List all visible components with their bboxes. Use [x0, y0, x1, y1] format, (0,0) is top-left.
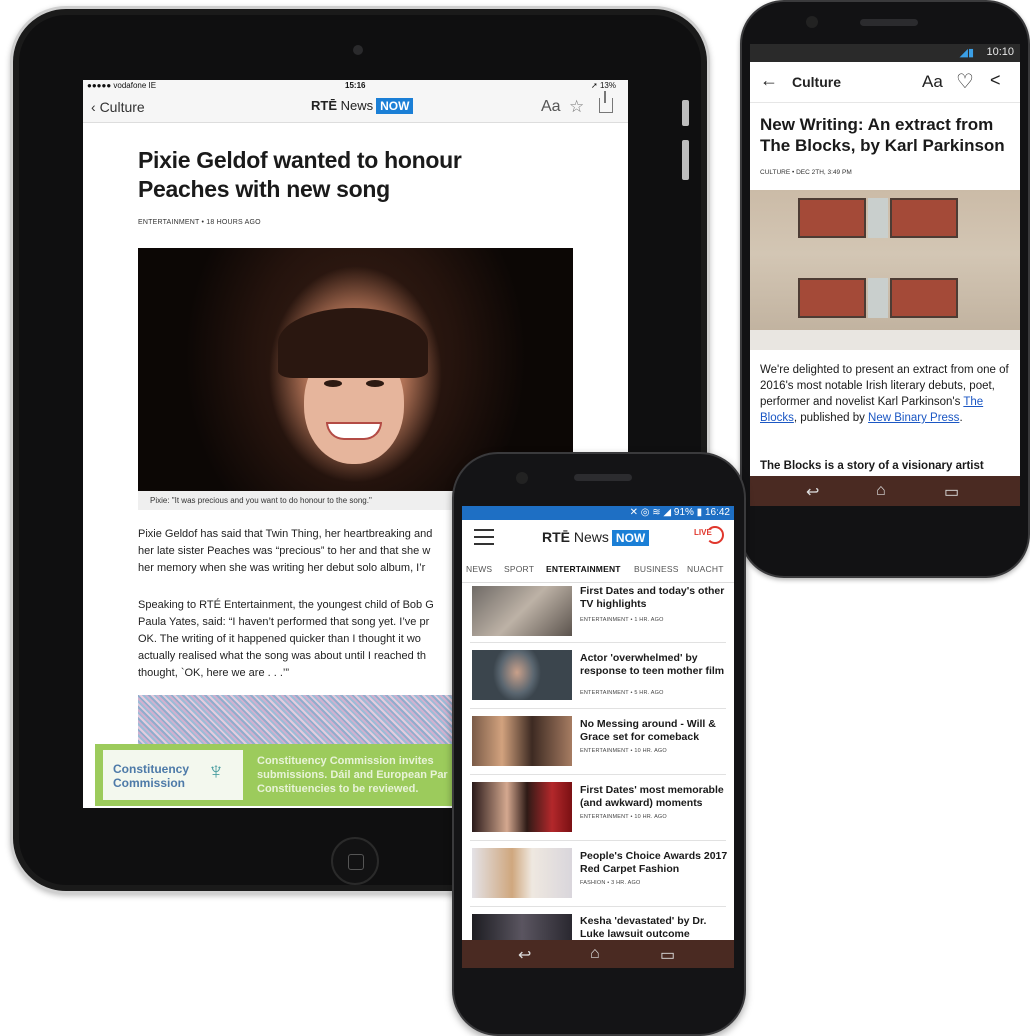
recents-nav-icon[interactable]: ▭	[660, 945, 675, 965]
list-item[interactable]: First Dates' most memorable (and awkward…	[470, 776, 726, 841]
section-tabs: NEWS SPORT ENTERTAINMENT BUSINESS NUACHT	[462, 556, 734, 583]
status-time: 10:10	[986, 46, 1014, 58]
item-meta: ENTERTAINMENT • 10 HR. AGO	[580, 814, 667, 820]
front-phone-speaker	[574, 474, 632, 481]
article-second-image	[138, 695, 468, 745]
tab-business[interactable]: BUSINESS	[634, 564, 679, 574]
list-item[interactable]: No Messing around - Will & Grace set for…	[470, 710, 726, 775]
article-meta: ENTERTAINMENT • 18 HOURS AGO	[138, 219, 261, 226]
item-meta: FASHION • 3 HR. AGO	[580, 880, 641, 886]
back-button[interactable]: ‹ Culture	[91, 99, 145, 115]
right-phone-screen: ◢▮ 10:10 ← Culture Aa ♡ < New Writing: A…	[750, 44, 1020, 476]
article-thumbnail	[472, 848, 572, 898]
share-icon[interactable]	[599, 91, 613, 113]
right-phone-device: ◢▮ 10:10 ← Culture Aa ♡ < New Writing: A…	[740, 0, 1030, 578]
carrier-label: ●●●●● vodafone IE	[87, 81, 157, 90]
tablet-mute-switch[interactable]	[682, 100, 689, 126]
tablet-nav-bar: ‹ Culture RTĒ News NOW Aa ☆	[83, 91, 628, 123]
article-thumbnail	[472, 716, 572, 766]
back-nav-icon[interactable]: ↩	[518, 945, 531, 965]
heart-icon[interactable]: ♡	[956, 69, 974, 94]
article-thumbnail	[472, 650, 572, 700]
window-shape	[890, 198, 958, 238]
article-paragraph-2: Speaking to RTÉ Entertainment, the young…	[138, 599, 434, 679]
rte-news-now-logo: RTĒ News NOW	[311, 98, 414, 114]
window-shape	[798, 198, 866, 238]
live-icon[interactable]	[706, 526, 724, 544]
window-shape	[798, 278, 866, 318]
ad-banner[interactable]: Constituency Commission ♆ Constituency C…	[95, 744, 455, 806]
item-headline: First Dates and today's other TV highlig…	[580, 585, 725, 610]
article-thumbnail	[472, 586, 572, 636]
home-nav-icon[interactable]: ⌂	[590, 945, 600, 963]
front-app-bar: RTĒ News NOW LIVE	[462, 520, 734, 556]
list-item[interactable]: Actor 'overwhelmed' by response to teen …	[470, 644, 726, 709]
list-item[interactable]: People's Choice Awards 2017 Red Carpet F…	[470, 842, 728, 907]
tablet-volume-up[interactable]	[682, 140, 689, 180]
harp-icon: ♆	[207, 758, 225, 785]
wall-panel	[868, 278, 888, 318]
right-nav-bar: ↩ ⌂ ▭	[750, 476, 1020, 506]
font-size-button[interactable]: Aa	[541, 98, 561, 116]
front-phone-camera	[516, 472, 528, 484]
front-phone-device: ✕ ◎ ≋ ◢ 91% ▮ 16:42 RTĒ News NOW LIVE NEW…	[452, 452, 746, 1036]
back-button-label: Culture	[99, 99, 145, 115]
tab-news[interactable]: NEWS	[466, 564, 492, 574]
link-new-binary-press[interactable]: New Binary Press	[868, 412, 959, 424]
right-phone-speaker	[860, 19, 918, 26]
article-hero-image	[750, 190, 1020, 350]
tablet-camera	[353, 45, 363, 55]
item-meta: ENTERTAINMENT • 5 HR. AGO	[580, 690, 664, 696]
article-thumbnail	[472, 914, 572, 940]
tab-entertainment[interactable]: ENTERTAINMENT	[546, 564, 621, 574]
front-phone-screen: ✕ ◎ ≋ ◢ 91% ▮ 16:42 RTĒ News NOW LIVE NEW…	[462, 506, 734, 940]
share-icon[interactable]: <	[990, 70, 1001, 91]
tablet-status-bar: ●●●●● vodafone IE 15:16 ➚ 13%	[83, 80, 628, 92]
wall-panel	[868, 198, 888, 238]
item-headline: First Dates' most memorable (and awkward…	[580, 784, 724, 809]
window-shape	[890, 278, 958, 318]
battery-label: ➚ 13%	[591, 81, 616, 90]
article-paragraph-1: Pixie Geldof has said that Twin Thing, h…	[138, 528, 433, 574]
item-meta: ENTERTAINMENT • 10 HR. AGO	[580, 748, 667, 754]
signal-icon: ◢▮	[959, 47, 974, 59]
photo-bottom-strip	[750, 330, 1020, 350]
ad-logo-box: Constituency Commission ♆	[103, 750, 243, 800]
list-item[interactable]: Kesha 'devastated' by Dr. Luke lawsuit o…	[470, 908, 726, 940]
item-meta: ENTERTAINMENT • 1 HR. AGO	[580, 617, 664, 623]
star-icon[interactable]: ☆	[569, 97, 584, 117]
status-time: 15:16	[345, 81, 366, 90]
tab-nuacht[interactable]: NUACHT	[687, 564, 724, 574]
right-toolbar: ← Culture Aa ♡ <	[750, 62, 1020, 103]
section-title: Culture	[792, 74, 841, 90]
article-thumbnail	[472, 782, 572, 832]
status-battery-time: ✕ ◎ ≋ ◢ 91% ▮ 16:42	[629, 507, 730, 518]
item-headline: Kesha 'devastated' by Dr. Luke lawsuit o…	[580, 915, 707, 940]
front-status-bar: ✕ ◎ ≋ ◢ 91% ▮ 16:42	[462, 506, 734, 520]
home-nav-icon[interactable]: ⌂	[876, 482, 886, 500]
article-title: Pixie Geldof wanted to honour Peaches wi…	[138, 147, 462, 202]
tablet-home-button[interactable]	[331, 837, 379, 885]
item-headline: No Messing around - Will & Grace set for…	[580, 718, 716, 743]
front-nav-bar: ↩ ⌂ ▭	[462, 940, 734, 968]
article-intro: We're delighted to present an extract fr…	[760, 364, 1009, 424]
list-item[interactable]: First Dates and today's other TV highlig…	[470, 584, 726, 643]
article-meta: CULTURE • DEC 2TH, 3:49 PM	[760, 169, 852, 176]
article-paragraph-2: The Blocks is a story of a visionary art…	[760, 460, 984, 472]
back-nav-icon[interactable]: ↩	[806, 482, 819, 502]
right-phone-camera	[806, 16, 818, 28]
ad-advertiser-name: Constituency Commission	[113, 762, 190, 790]
rte-news-now-logo: RTĒ News NOW	[542, 529, 650, 546]
back-arrow-icon[interactable]: ←	[760, 70, 778, 91]
chevron-left-icon: ‹	[91, 99, 96, 115]
recents-nav-icon[interactable]: ▭	[944, 482, 959, 502]
font-size-button[interactable]: Aa	[922, 72, 943, 92]
tab-sport[interactable]: SPORT	[504, 564, 534, 574]
item-headline: People's Choice Awards 2017 Red Carpet F…	[580, 850, 728, 875]
ad-text: Constituency Commission invites submissi…	[257, 755, 448, 795]
item-headline: Actor 'overwhelmed' by response to teen …	[580, 652, 725, 677]
right-status-bar: ◢▮ 10:10	[750, 44, 1020, 62]
hamburger-menu-icon[interactable]	[474, 529, 494, 545]
article-title: New Writing: An extract from The Blocks,…	[760, 115, 1005, 155]
